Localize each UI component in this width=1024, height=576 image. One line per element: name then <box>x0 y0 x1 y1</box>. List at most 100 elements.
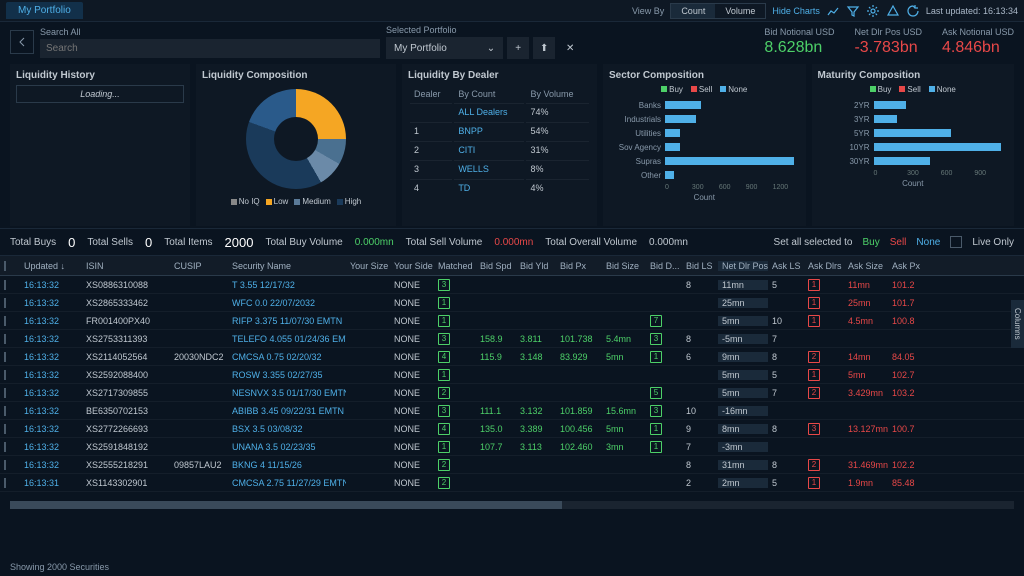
row-checkbox[interactable] <box>4 352 6 362</box>
table-row[interactable]: 16:13:32XS2717309855 NESNVX 3.5 01/17/30… <box>0 384 1024 402</box>
viewby-label: View By <box>632 6 664 16</box>
table-row[interactable]: 16:13:32XS2772266693 BSX 3.5 03/08/32NON… <box>0 420 1024 438</box>
table-row[interactable]: 16:13:32XS2591848192 UNANA 3.5 02/23/35N… <box>0 438 1024 456</box>
legend-item: Low <box>266 197 289 206</box>
net-pos-value: -3.783bn <box>854 39 922 57</box>
column-header[interactable]: Bid Yld <box>516 261 556 271</box>
legend-item: High <box>337 197 361 206</box>
column-header[interactable]: Ask Size <box>844 261 888 271</box>
columns-toggle[interactable]: Columns <box>1011 300 1024 348</box>
row-checkbox[interactable] <box>4 442 6 452</box>
column-header[interactable]: Bid Spd <box>476 261 516 271</box>
table-row[interactable]: 16:13:32XS0886310088 T 3.55 12/17/32NONE… <box>0 276 1024 294</box>
bid-notional-value: 8.628bn <box>764 39 834 57</box>
dealer-row[interactable]: 4TD4% <box>410 179 589 196</box>
filter-icon[interactable] <box>846 4 860 18</box>
total-buy-vol: 0.000mn <box>355 237 394 248</box>
column-header[interactable] <box>0 261 20 271</box>
column-header[interactable]: CUSIP <box>170 261 228 271</box>
add-button[interactable]: + <box>507 37 529 59</box>
viewby-toggle[interactable]: Count Volume <box>670 3 766 19</box>
table-row[interactable]: 16:13:32BE6350702153 ABIBB 3.45 09/22/31… <box>0 402 1024 420</box>
setall-buy[interactable]: Buy <box>862 237 879 248</box>
column-header[interactable]: Matched <box>434 261 476 271</box>
footer-status: Showing 2000 Securities <box>0 558 119 576</box>
bar-row: 30YR <box>818 154 1009 168</box>
row-checkbox[interactable] <box>4 280 6 290</box>
column-header[interactable]: Bid LS <box>682 261 718 271</box>
upload-button[interactable]: ⬆ <box>533 37 555 59</box>
bar-row: Other <box>609 168 800 182</box>
search-input[interactable] <box>40 39 380 58</box>
search-label: Search All <box>40 27 380 37</box>
column-header[interactable]: Your Size <box>346 261 390 271</box>
back-button[interactable] <box>10 30 34 54</box>
table-row[interactable]: 16:13:32XS2753311393 TELEFO 4.055 01/24/… <box>0 330 1024 348</box>
topbar: My Portfolio View By Count Volume Hide C… <box>0 0 1024 22</box>
row-checkbox[interactable] <box>4 370 6 380</box>
bid-notional-label: Bid Notional USD <box>764 27 834 37</box>
column-header[interactable]: Security Name <box>228 261 346 271</box>
total-sells: 0 <box>145 235 152 250</box>
loading-indicator: Loading... <box>16 85 184 103</box>
row-checkbox[interactable] <box>4 316 6 326</box>
panel-liquidity-dealer: Liquidity By Dealer DealerBy CountBy Vol… <box>402 64 597 226</box>
bar-row: 2YR <box>818 98 1009 112</box>
column-header[interactable]: Net Dlr Pos... <box>718 261 768 271</box>
refresh-icon[interactable] <box>906 4 920 18</box>
totals-bar: Total Buys0 Total Sells0 Total Items2000… <box>0 228 1024 256</box>
viewby-count[interactable]: Count <box>671 4 715 18</box>
column-header[interactable]: Ask Px <box>888 261 930 271</box>
column-header[interactable]: Your Side <box>390 261 434 271</box>
column-header[interactable]: Updated ↓ <box>20 261 82 271</box>
dealer-row[interactable]: 3WELLS8% <box>410 160 589 177</box>
table-row[interactable]: 16:13:32XS2592088400 ROSW 3.355 02/27/35… <box>0 366 1024 384</box>
hide-charts-button[interactable]: Hide Charts <box>772 6 820 16</box>
column-header[interactable]: ISIN <box>82 261 170 271</box>
table-row[interactable]: 16:13:32XS255521829109857LAU2 BKNG 4 11/… <box>0 456 1024 474</box>
column-header[interactable]: Bid D... <box>646 261 682 271</box>
bar-row: Banks <box>609 98 800 112</box>
setall-none[interactable]: None <box>916 237 940 248</box>
table-header: Updated ↓ISINCUSIPSecurity NameYour Size… <box>0 256 1024 276</box>
tab-my-portfolio[interactable]: My Portfolio <box>6 2 83 19</box>
row-checkbox[interactable] <box>4 460 6 470</box>
row-checkbox[interactable] <box>4 424 6 434</box>
column-header[interactable]: Ask LS <box>768 261 804 271</box>
row-checkbox[interactable] <box>4 406 6 416</box>
total-sell-vol: 0.000mn <box>494 237 533 248</box>
row-checkbox[interactable] <box>4 388 6 398</box>
table-row[interactable]: 16:13:32XS211405256420030NDC2 CMCSA 0.75… <box>0 348 1024 366</box>
table-row[interactable]: 16:13:31XS1143302901 CMCSA 2.75 11/27/29… <box>0 474 1024 492</box>
search-container: Search All <box>40 27 380 58</box>
row-checkbox[interactable] <box>4 334 6 344</box>
donut-chart <box>246 89 346 189</box>
column-header[interactable]: Bid Size <box>602 261 646 271</box>
bar-row: 3YR <box>818 112 1009 126</box>
bar-row: Industrials <box>609 112 800 126</box>
portfolio-dropdown[interactable]: My Portfolio⌄ <box>386 37 503 59</box>
viewby-volume[interactable]: Volume <box>715 4 765 18</box>
dealer-row[interactable]: 1BNPP54% <box>410 122 589 139</box>
column-header[interactable]: Ask Dlrs <box>804 261 844 271</box>
table-row[interactable]: 16:13:32XS2865333462 WFC 0.0 22/07/2032N… <box>0 294 1024 312</box>
liveonly-checkbox[interactable] <box>950 236 962 248</box>
portfolio-label: Selected Portfolio <box>386 25 581 35</box>
setall-sell[interactable]: Sell <box>890 237 907 248</box>
chart-icon[interactable] <box>826 4 840 18</box>
column-header[interactable]: Bid Px <box>556 261 602 271</box>
alert-icon[interactable] <box>886 4 900 18</box>
legend-item: No IQ <box>231 197 260 206</box>
close-button[interactable]: ✕ <box>559 37 581 59</box>
ask-notional-label: Ask Notional USD <box>942 27 1014 37</box>
bar-row: Sov Agency <box>609 140 800 154</box>
dealer-row[interactable]: ALL Dealers74% <box>410 103 589 120</box>
horizontal-scrollbar[interactable] <box>10 501 1014 509</box>
table-row[interactable]: 16:13:32FR001400PX40 RIFP 3.375 11/07/30… <box>0 312 1024 330</box>
select-all-checkbox[interactable] <box>4 261 6 271</box>
net-pos-label: Net Dlr Pos USD <box>854 27 922 37</box>
dealer-row[interactable]: 2CITI31% <box>410 141 589 158</box>
row-checkbox[interactable] <box>4 298 6 308</box>
gear-icon[interactable] <box>866 4 880 18</box>
row-checkbox[interactable] <box>4 478 6 488</box>
